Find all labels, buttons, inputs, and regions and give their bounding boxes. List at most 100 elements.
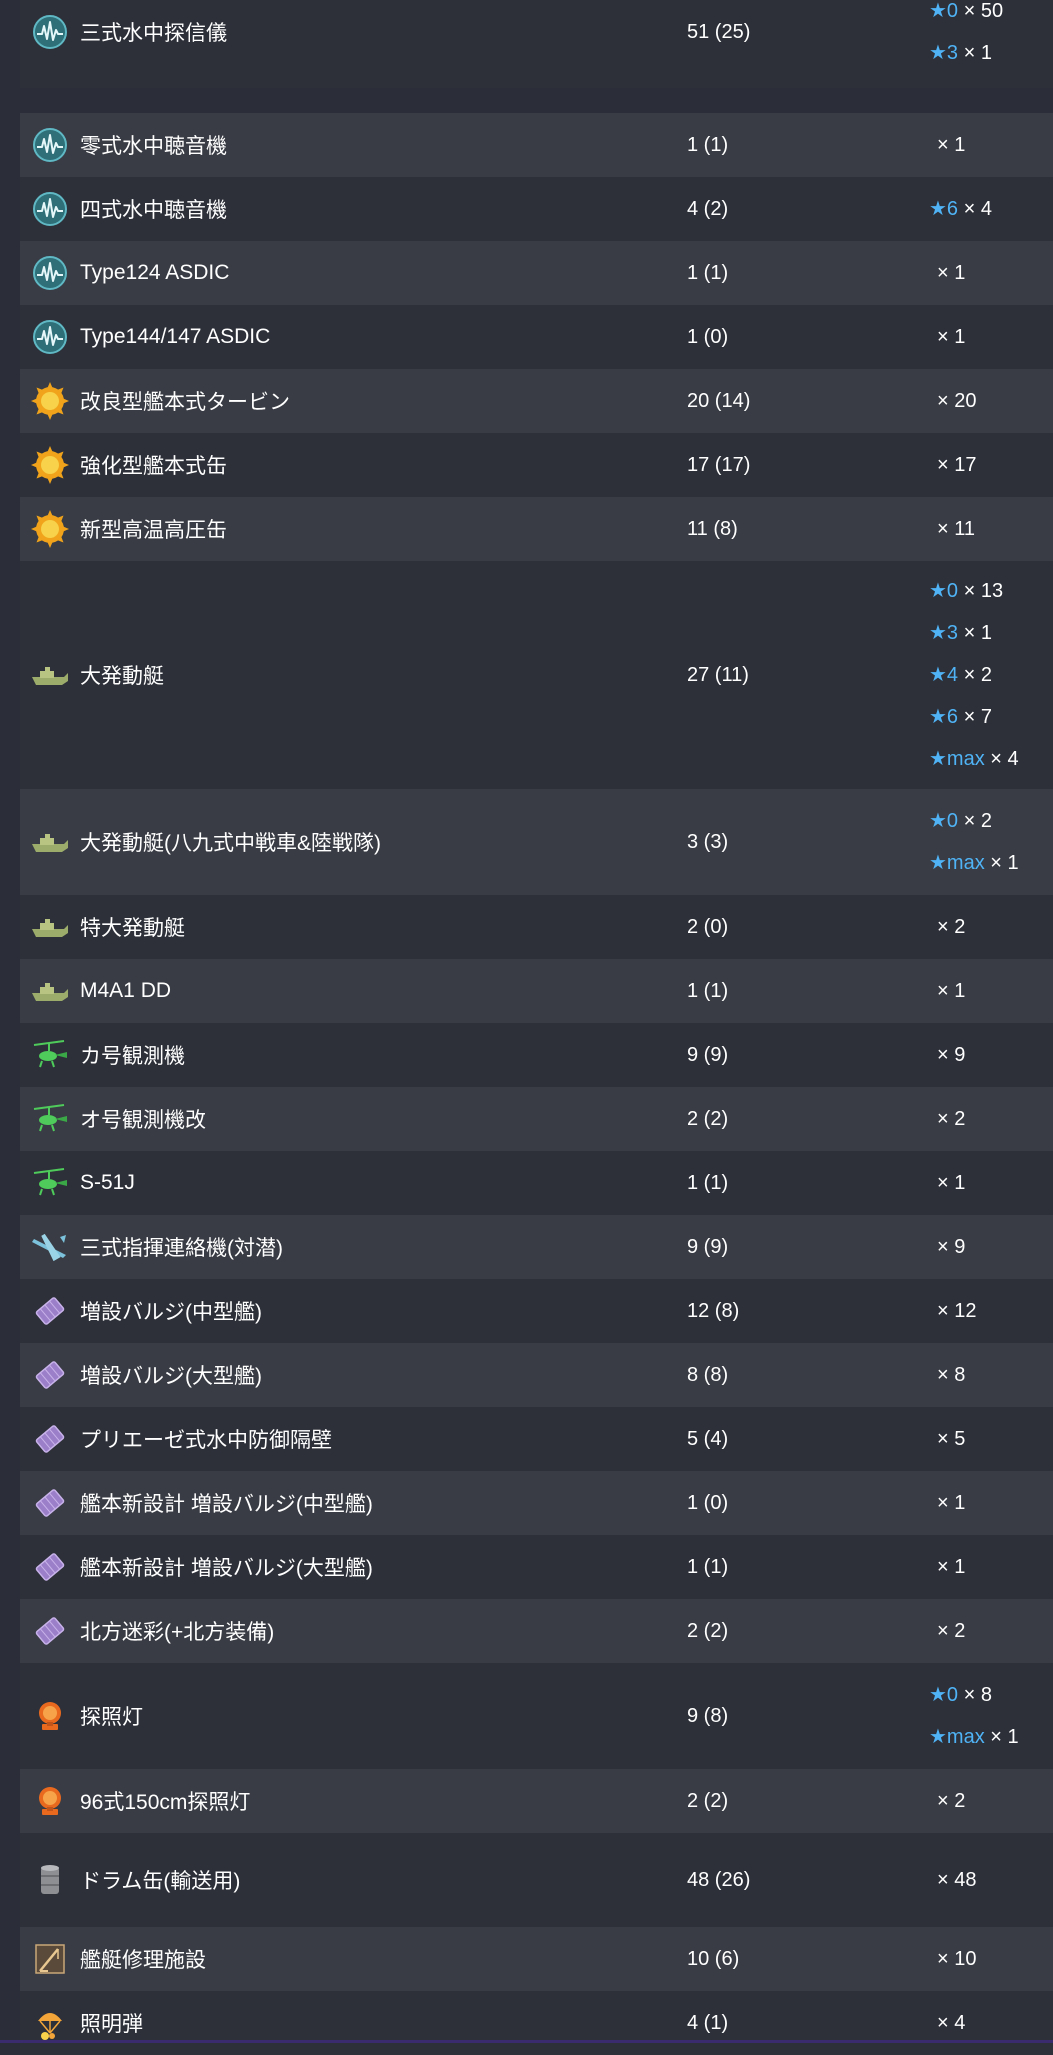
bulge-icon xyxy=(30,1611,70,1651)
bulge-icon xyxy=(30,1483,70,1523)
equipment-name: M4A1 DD xyxy=(80,979,172,1002)
improvement-breakdown: × 9 xyxy=(929,1226,1053,1268)
improvement-line: ★6 × 4 xyxy=(929,188,1053,230)
bulge-icon xyxy=(30,1419,70,1459)
improvement-breakdown: × 20 xyxy=(929,380,1053,422)
star-multiplier: × 2 xyxy=(937,1790,966,1812)
improvement-line: × 20 xyxy=(929,380,1053,422)
equipment-count: 2 (2) xyxy=(687,1789,729,1812)
autogyro-icon xyxy=(30,1099,70,1139)
table-row: 特大発動艇 2 (0) × 2 xyxy=(20,895,1053,959)
equipment-name-cell: 艦艇修理施設 xyxy=(20,1939,687,1979)
engine-icon xyxy=(30,445,70,485)
table-row: 強化型艦本式缶 17 (17) × 17 xyxy=(20,433,1053,497)
landing-craft-icon xyxy=(30,822,70,862)
star-level: ★0 xyxy=(929,1684,959,1706)
equipment-count: 20 (14) xyxy=(687,389,751,412)
equipment-name-cell: 96式150cm探照灯 xyxy=(20,1781,687,1821)
bulge-icon xyxy=(30,1355,70,1395)
star-multiplier: × 11 xyxy=(937,518,975,540)
improvement-breakdown: × 9 xyxy=(929,1034,1053,1076)
improvement-breakdown: × 10 xyxy=(929,1938,1053,1980)
bulge-icon xyxy=(30,1547,70,1587)
equipment-count: 12 (8) xyxy=(687,1299,740,1322)
improvement-line: × 4 xyxy=(929,2002,1053,2044)
improvement-breakdown: × 17 xyxy=(929,444,1053,486)
equipment-name-cell: 三式水中探信儀 xyxy=(20,12,687,52)
equipment-name: 増設バルジ(大型艦) xyxy=(80,1365,262,1388)
equipment-count: 48 (26) xyxy=(687,1868,751,1891)
equipment-name-cell: Type144/147 ASDIC xyxy=(20,317,687,357)
sonar-icon xyxy=(30,189,70,229)
improvement-line: × 1 xyxy=(929,1546,1053,1588)
improvement-line: ★6 × 7 xyxy=(929,696,1053,738)
table-row: Type144/147 ASDIC 1 (0) × 1 xyxy=(20,305,1053,369)
equipment-name: プリエーゼ式水中防御隔壁 xyxy=(80,1429,332,1452)
star-multiplier: × 1 xyxy=(963,42,992,64)
searchlight-icon xyxy=(30,1781,70,1821)
equipment-count: 4 (2) xyxy=(687,197,729,220)
table-row: 大発動艇(八九式中戦車&陸戦隊) 3 (3) ★0 × 2 ★max × 1 xyxy=(20,789,1053,895)
star-multiplier: × 8 xyxy=(963,1684,992,1706)
improvement-breakdown: × 1 xyxy=(929,970,1053,1012)
equipment-name-cell: 特大発動艇 xyxy=(20,907,687,947)
improvement-line: × 1 xyxy=(929,970,1053,1012)
improvement-line: ★max × 1 xyxy=(929,842,1053,884)
searchlight-icon xyxy=(30,1696,70,1736)
table-row: 艦本新設計 増設バルジ(大型艦) 1 (1) × 1 xyxy=(20,1535,1053,1599)
equipment-name-cell: 大発動艇(八九式中戦車&陸戦隊) xyxy=(20,822,687,862)
equipment-count: 1 (0) xyxy=(687,1491,729,1514)
table-row: カ号観測機 9 (9) × 9 xyxy=(20,1023,1053,1087)
table-row: S-51J 1 (1) × 1 xyxy=(20,1151,1053,1215)
table-row: 零式水中聴音機 1 (1) × 1 xyxy=(20,113,1053,177)
equipment-name: 三式指揮連絡機(対潜) xyxy=(80,1237,283,1260)
autogyro-icon xyxy=(30,1163,70,1203)
improvement-line: × 9 xyxy=(929,1226,1053,1268)
improvement-breakdown: ★6 × 4 xyxy=(929,188,1053,230)
star-multiplier: × 1 xyxy=(937,1492,966,1514)
improvement-breakdown: × 1 xyxy=(929,1482,1053,1524)
improvement-line: × 5 xyxy=(929,1418,1053,1460)
star-multiplier: × 5 xyxy=(937,1428,966,1450)
improvement-line: ★0 × 50 xyxy=(929,0,1053,32)
improvement-breakdown: ★0 × 13 ★3 × 1 ★4 × 2 ★6 × 7 ★max × 4 xyxy=(929,570,1053,780)
equipment-name-cell: Type124 ASDIC xyxy=(20,253,687,293)
equipment-name-cell: 新型高温高圧缶 xyxy=(20,509,687,549)
star-multiplier: × 9 xyxy=(937,1044,966,1066)
equipment-count: 10 (6) xyxy=(687,1947,740,1970)
improvement-breakdown: × 2 xyxy=(929,1098,1053,1140)
autogyro-icon xyxy=(30,1035,70,1075)
improvement-line: × 1 xyxy=(929,124,1053,166)
improvement-breakdown: × 1 xyxy=(929,124,1053,166)
star-multiplier: × 1 xyxy=(937,134,966,156)
star-level: ★max xyxy=(929,852,985,874)
equipment-name-cell: 探照灯 xyxy=(20,1696,687,1736)
improvement-line: × 48 xyxy=(929,1859,1053,1901)
star-level: ★0 xyxy=(929,0,959,22)
equipment-count: 4 (1) xyxy=(687,2011,729,2034)
table-row: プリエーゼ式水中防御隔壁 5 (4) × 5 xyxy=(20,1407,1053,1471)
equipment-name-cell: カ号観測機 xyxy=(20,1035,687,1075)
star-multiplier: × 7 xyxy=(963,706,992,728)
equipment-name-cell: ドラム缶(輸送用) xyxy=(20,1860,687,1900)
improvement-line: × 17 xyxy=(929,444,1053,486)
improvement-breakdown: ★0 × 2 ★max × 1 xyxy=(929,800,1053,884)
improvement-line: ★0 × 8 xyxy=(929,1674,1053,1716)
sonar-icon xyxy=(30,12,70,52)
equipment-name: 零式水中聴音機 xyxy=(80,135,227,158)
equipment-name-cell: 艦本新設計 増設バルジ(大型艦) xyxy=(20,1547,687,1587)
improvement-line: ★max × 1 xyxy=(929,1716,1053,1758)
equipment-name-cell: 増設バルジ(中型艦) xyxy=(20,1291,687,1331)
star-shell-icon xyxy=(30,2003,70,2043)
star-multiplier: × 17 xyxy=(937,454,977,476)
equipment-name: 新型高温高圧缶 xyxy=(80,519,227,542)
star-multiplier: × 1 xyxy=(937,1556,966,1578)
equipment-name-cell: プリエーゼ式水中防御隔壁 xyxy=(20,1419,687,1459)
equipment-name: 大発動艇 xyxy=(80,665,164,688)
star-multiplier: × 20 xyxy=(937,390,977,412)
improvement-breakdown: × 1 xyxy=(929,316,1053,358)
star-multiplier: × 2 xyxy=(963,664,992,686)
equipment-count: 2 (2) xyxy=(687,1619,729,1642)
equipment-name-cell: 大発動艇 xyxy=(20,655,687,695)
equipment-count: 51 (25) xyxy=(687,20,751,43)
